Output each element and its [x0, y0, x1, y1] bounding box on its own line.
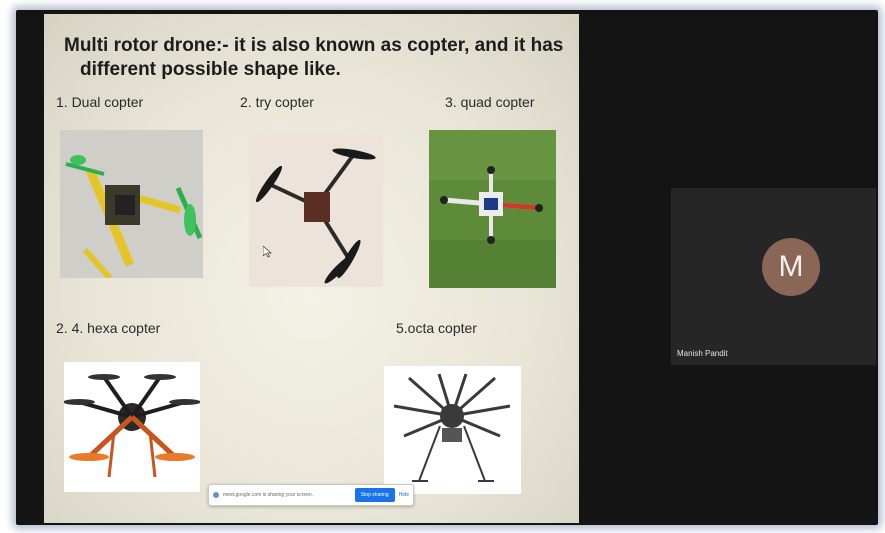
label-try-copter: 2. try copter [240, 94, 314, 110]
octa-copter-image [384, 366, 521, 494]
label-dual-copter: 1. Dual copter [56, 94, 144, 110]
participant-tile[interactable]: M Manish Pandit [671, 188, 876, 365]
slide-title: Multi rotor drone:- it is also known as … [64, 34, 564, 82]
mouse-cursor-icon [263, 246, 272, 258]
hexa-copter-image [64, 362, 200, 492]
participant-name: Manish Pandit [677, 349, 728, 358]
label-quad-copter: 3. quad copter [445, 94, 535, 110]
stop-sharing-button[interactable]: Stop sharing [354, 488, 395, 502]
share-message: meet.google.com is sharing your screen. [223, 492, 314, 498]
slide-title-line-2: different possible shape like. [80, 59, 341, 80]
label-octa-copter: 5.octa copter [396, 320, 477, 336]
label-hexa-copter: 2. 4. hexa copter [56, 320, 161, 336]
quad-copter-image [429, 130, 556, 288]
dual-copter-image [60, 130, 203, 278]
avatar: M [762, 238, 820, 296]
shared-slide: Multi rotor drone:- it is also known as … [44, 14, 579, 523]
share-indicator-icon [213, 492, 219, 498]
hide-button[interactable]: Hide [399, 492, 409, 498]
slide-title-line-1: Multi rotor drone:- it is also known as … [64, 35, 564, 56]
try-copter-image [249, 134, 383, 287]
screen-share-notification: meet.google.com is sharing your screen. … [208, 484, 414, 506]
